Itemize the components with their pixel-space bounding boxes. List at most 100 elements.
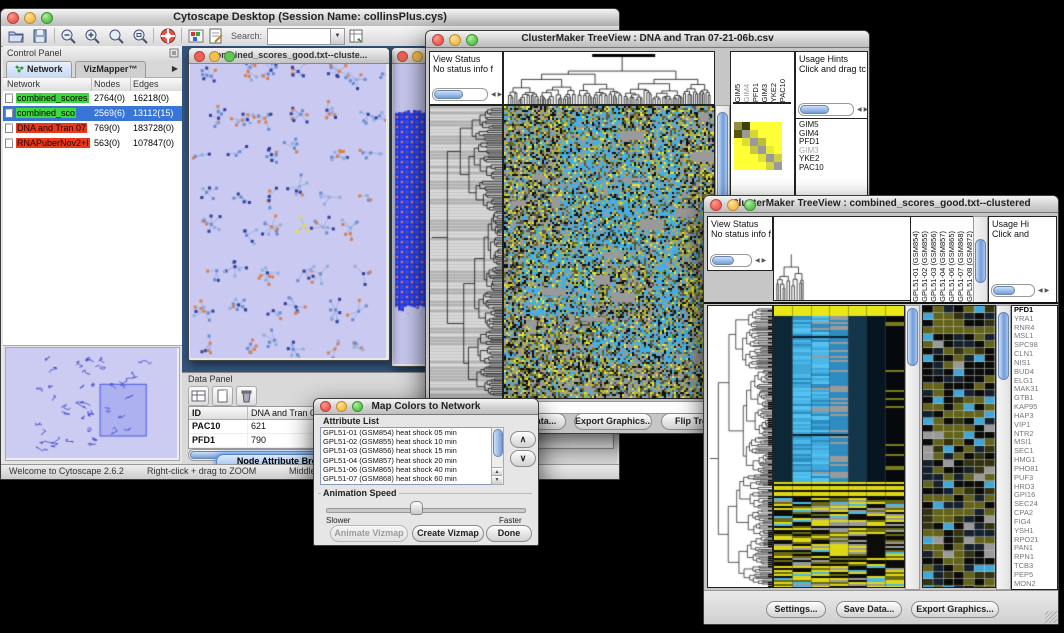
dna-usage-scrollbar[interactable]: ◀▶ bbox=[798, 104, 870, 115]
dialog-button[interactable]: Done bbox=[486, 525, 532, 542]
attribute-list[interactable]: GPL51-01 (GSM854) heat shock 05 minGPL51… bbox=[320, 427, 504, 485]
combined-usage-scrollbar[interactable]: ◀▶ bbox=[991, 285, 1051, 296]
combined-column-label[interactable]: GPL51-02 (GSM855) bbox=[920, 231, 929, 302]
dna-column-label[interactable]: GIM3 bbox=[760, 84, 769, 102]
dialog-button[interactable]: Create Vizmap bbox=[412, 525, 484, 542]
dialog-button[interactable]: Animate Vizmap bbox=[330, 525, 408, 542]
dna-row-dendrogram[interactable] bbox=[429, 105, 503, 399]
gene-list: PFD1YRA1RNR4MSL1SPC98CLN1NIS1BUD4ELG1MAK… bbox=[1011, 305, 1058, 590]
network-file-icon bbox=[4, 108, 15, 118]
animation-speed-label: Animation Speed bbox=[321, 488, 399, 498]
slider-thumb[interactable] bbox=[410, 501, 423, 515]
search-label: Search: bbox=[231, 31, 262, 41]
combined-heatmap[interactable] bbox=[773, 305, 905, 588]
network-overview-canvas[interactable] bbox=[6, 348, 177, 458]
network-row[interactable]: combined_sco 2569(6) 13112(15) bbox=[3, 106, 182, 121]
combined-column-label[interactable]: GPL51-01 (GSM854) bbox=[911, 231, 920, 302]
attribute-table-icon[interactable] bbox=[188, 386, 209, 406]
dna-column-label[interactable]: PAC10 bbox=[778, 79, 787, 102]
tabs-more-icon[interactable]: ▶ bbox=[172, 60, 178, 77]
dna-heatmap[interactable] bbox=[503, 105, 715, 399]
network-row[interactable]: DNA and Tran 07 769(0) 183728(0) bbox=[3, 121, 182, 136]
dna-row-label[interactable]: PAC10 bbox=[799, 164, 824, 173]
tab-vizmapper[interactable]: VizMapper™ bbox=[75, 61, 147, 78]
move-up-button[interactable]: ∧ bbox=[510, 431, 536, 448]
combined-column-label[interactable]: GPL51-03 (GSM856) bbox=[929, 231, 938, 302]
network-edges: 107847(0) bbox=[133, 136, 174, 151]
scroll-down-icon[interactable]: ▼ bbox=[492, 475, 502, 484]
network-overview-panel bbox=[5, 347, 180, 461]
network-nodes: 2569(6) bbox=[94, 106, 125, 121]
combined-column-label[interactable]: GPL51-06 (GSM865) bbox=[947, 231, 956, 302]
zoom-out-icon[interactable] bbox=[59, 27, 77, 45]
network-table-header[interactable]: Network Nodes Edges bbox=[3, 78, 182, 92]
dna-similarity-matrix[interactable] bbox=[734, 122, 782, 170]
dna-action-button[interactable]: Export Graphics... bbox=[574, 413, 652, 430]
help-lifering-icon[interactable] bbox=[159, 27, 177, 45]
treeview-combined-titlebar[interactable]: ClusterMaker TreeView : combined_scores_… bbox=[704, 196, 1058, 213]
network-nodes: 563(0) bbox=[94, 136, 120, 151]
treeview-dna-titlebar[interactable]: ClusterMaker TreeView : DNA and Tran 07-… bbox=[426, 31, 869, 48]
combined-status-scrollbar[interactable]: ◀▶ bbox=[710, 255, 768, 266]
dna-column-label[interactable]: GIM5 bbox=[733, 84, 742, 102]
network-view1-canvas[interactable] bbox=[190, 64, 386, 358]
search-dropdown-icon[interactable]: ▼ bbox=[330, 28, 345, 45]
combined-column-label[interactable]: GPL51-07 (GSM868) bbox=[956, 231, 965, 302]
attribute-item[interactable]: GPL51-07 (GSM868) heat shock 60 min bbox=[321, 474, 503, 483]
network-row[interactable]: RNAPuberNov2+I 563(0) 107847(0) bbox=[3, 136, 182, 151]
dna-column-dendrogram[interactable] bbox=[503, 51, 715, 105]
move-down-button[interactable]: ∨ bbox=[510, 450, 536, 467]
save-icon[interactable] bbox=[31, 27, 49, 45]
network-list-empty[interactable] bbox=[3, 153, 182, 346]
open-folder-icon[interactable] bbox=[7, 27, 25, 45]
annotation-icon[interactable] bbox=[207, 27, 225, 45]
dna-status-scrollbar[interactable]: ◀▶ bbox=[432, 89, 504, 100]
zoom-in-icon[interactable] bbox=[83, 27, 101, 45]
gene-label[interactable]: MON2 bbox=[1012, 580, 1057, 589]
dna-column-label[interactable]: GIM4 bbox=[742, 84, 751, 102]
treeview-combined-traffic-lights[interactable] bbox=[710, 199, 756, 211]
combined-action-button[interactable]: Export Graphics... bbox=[911, 601, 999, 618]
main-traffic-lights[interactable] bbox=[7, 12, 53, 24]
attribute-item[interactable]: GPL51-03 (GSM856) heat shock 15 min bbox=[321, 446, 503, 455]
combined-row-dendrogram[interactable] bbox=[707, 305, 773, 588]
dna-view-status-panel: View StatusNo status info f ◀▶ bbox=[429, 51, 503, 105]
float-panel-icon[interactable] bbox=[169, 48, 179, 58]
resize-grip[interactable] bbox=[1045, 611, 1057, 623]
zoom-fit-icon[interactable] bbox=[107, 27, 125, 45]
dna-column-label[interactable]: PFD1 bbox=[751, 83, 760, 102]
dna-column-label[interactable]: YKE2 bbox=[769, 83, 778, 102]
network-name: RNAPuberNov2+I bbox=[16, 136, 94, 151]
combined-heatmap-scrollbar[interactable] bbox=[905, 305, 920, 590]
attribute-item[interactable]: GPL51-02 (GSM855) heat shock 10 min bbox=[321, 437, 503, 446]
combined-zoom-scrollbar[interactable] bbox=[996, 305, 1011, 590]
combined-top-scrollbar[interactable] bbox=[973, 216, 988, 303]
network-file-icon bbox=[4, 138, 15, 148]
map-colors-dialog: Map Colors to Network Attribute List GPL… bbox=[313, 398, 539, 546]
vizmapper-icon[interactable] bbox=[187, 27, 205, 45]
import-table-icon[interactable] bbox=[347, 27, 365, 45]
window1-traffic-lights[interactable] bbox=[194, 51, 235, 62]
attribute-item[interactable]: GPL51-01 (GSM854) heat shock 05 min bbox=[321, 428, 503, 437]
treeview-dna-traffic-lights[interactable] bbox=[432, 34, 478, 46]
tab-network[interactable]: Network bbox=[6, 61, 72, 78]
attribute-item[interactable]: GPL51-04 (GSM857) heat shock 20 min bbox=[321, 456, 503, 465]
attribute-list-scrollbar[interactable]: ▲ ▼ bbox=[491, 427, 504, 485]
delete-attribute-icon[interactable] bbox=[236, 386, 257, 406]
network-row[interactable]: combined_scores 2764(0) 16218(0) bbox=[3, 91, 182, 106]
main-window-titlebar[interactable]: Cytoscape Desktop (Session Name: collins… bbox=[1, 9, 619, 27]
control-panel: Control Panel Network VizMapper™ ▶ Netwo… bbox=[3, 46, 183, 465]
new-attribute-icon[interactable] bbox=[212, 386, 233, 406]
search-input[interactable] bbox=[267, 28, 335, 45]
animation-speed-slider[interactable] bbox=[326, 508, 526, 513]
combined-column-dendrogram[interactable] bbox=[773, 216, 911, 301]
combined-zoom-heatmap[interactable] bbox=[922, 305, 996, 588]
combined-column-label[interactable]: GPL51-04 (GSM857) bbox=[938, 231, 947, 302]
zoom-selected-icon[interactable] bbox=[131, 27, 149, 45]
combined-action-button[interactable]: Settings... bbox=[766, 601, 826, 618]
attribute-item[interactable]: GPL51-06 (GSM865) heat shock 40 min bbox=[321, 465, 503, 474]
network-edges: 13112(15) bbox=[133, 106, 173, 121]
combined-column-labels: GPL51-01 (GSM854)GPL51-02 (GSM855)GPL51-… bbox=[910, 216, 974, 303]
control-panel-header: Control Panel bbox=[3, 46, 182, 61]
combined-action-button[interactable]: Save Data... bbox=[836, 601, 902, 618]
